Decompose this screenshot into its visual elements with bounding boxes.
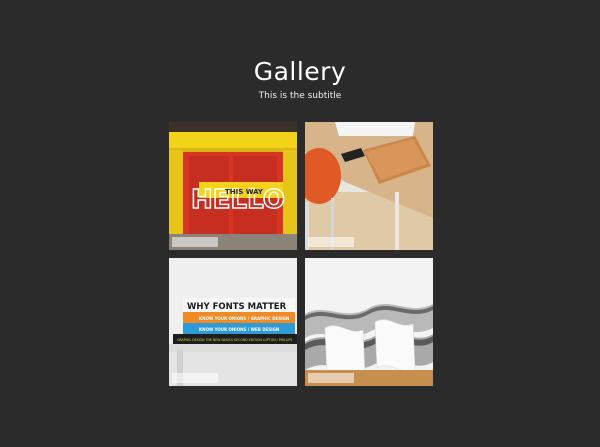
image-caption [308, 237, 354, 247]
image-caption [172, 237, 218, 247]
this-way-banner-text: THIS WAY [225, 188, 264, 196]
book-title-text: WHY FONTS MATTER [187, 302, 287, 312]
page-subtitle: This is the subtitle [258, 91, 342, 101]
image-grid: HELLO THIS WAY WHY FONTS MATTER KNOW YOU… [169, 122, 433, 386]
image-caption [172, 373, 218, 383]
desk-image [305, 122, 433, 250]
gallery-item-books[interactable]: WHY FONTS MATTER KNOW YOUR ONIONS / GRAP… [169, 258, 297, 386]
gallery-item-storefront[interactable]: HELLO THIS WAY [169, 122, 297, 250]
book-spine-1: KNOW YOUR ONIONS / GRAPHIC DESIGN [199, 316, 289, 321]
gallery-item-bookshelves[interactable] [305, 258, 433, 386]
gallery-header: Gallery This is the subtitle [0, 56, 600, 101]
image-caption [308, 373, 354, 383]
book-spine-2: KNOW YOUR ONIONS / WEB DESIGN [199, 327, 279, 332]
gallery-item-desk[interactable] [305, 122, 433, 250]
books-image: WHY FONTS MATTER KNOW YOUR ONIONS / GRAP… [169, 258, 297, 386]
bookshelves-image [305, 258, 433, 386]
page-title: Gallery [253, 57, 347, 86]
book-spine-3: GRAPHIC DESIGN THE NEW BASICS SECOND EDI… [177, 338, 292, 342]
storefront-image: HELLO THIS WAY [169, 122, 297, 250]
